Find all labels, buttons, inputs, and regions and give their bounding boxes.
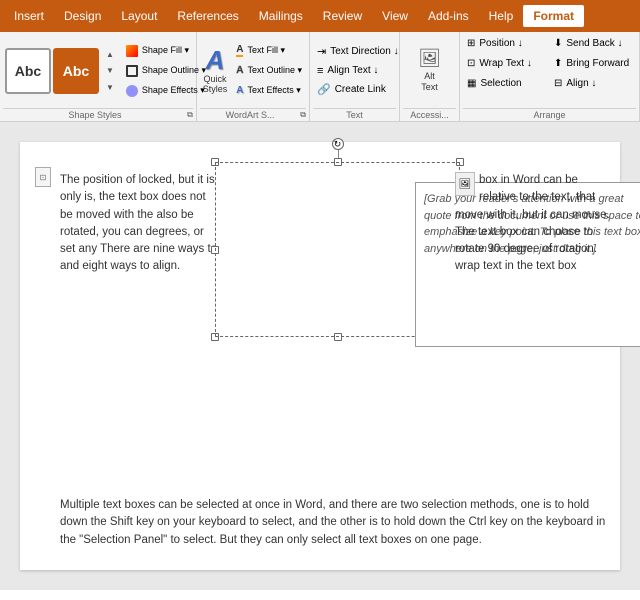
position-icon: ⊞ xyxy=(467,38,475,49)
shape-styles-label: Shape Styles ⧉ xyxy=(3,108,193,121)
accessibility-group: 🖼 AltText Accessi... xyxy=(400,32,460,121)
handle-top-left[interactable] xyxy=(211,158,219,166)
bring-forward-btn[interactable]: ⬆ Bring Forward xyxy=(550,54,640,72)
handle-top-middle[interactable] xyxy=(334,158,342,166)
handle-bottom-left[interactable] xyxy=(211,333,219,341)
create-link-btn[interactable]: 🔗 Create Link xyxy=(313,81,396,99)
access-content: 🖼 AltText xyxy=(403,34,456,107)
menu-bar: Insert Design Layout References Mailings… xyxy=(0,0,640,32)
create-link-icon: 🔗 xyxy=(317,83,331,96)
wrap-text-btn[interactable]: ⊡ Wrap Text ↓ xyxy=(463,54,548,72)
selection-icon: ▦ xyxy=(467,78,476,89)
handle-middle-left[interactable] xyxy=(211,246,219,254)
right-paragraph: box in Word can be relative to the text,… xyxy=(455,172,610,276)
text-effects-btn[interactable]: A Text Effects ▾ xyxy=(232,82,306,100)
menu-item-layout[interactable]: Layout xyxy=(111,5,167,27)
bottom-text-area: Multiple text boxes can be selected at o… xyxy=(60,497,610,550)
align-text-btn[interactable]: ≡ Align Text ↓ xyxy=(313,62,396,80)
wordart-expand-icon[interactable]: ⧉ xyxy=(300,110,306,120)
selection-btn[interactable]: ▦ Selection xyxy=(463,74,548,92)
left-paragraph: The position of locked, but it is only i… xyxy=(60,172,220,276)
text-outline-btn[interactable]: A Text Outline ▾ xyxy=(232,62,306,80)
menu-item-insert[interactable]: Insert xyxy=(4,5,54,27)
arrange-label: Arrange xyxy=(463,108,636,121)
access-label: Accessi... xyxy=(403,108,456,121)
text-direction-icon: ⇥ xyxy=(317,45,326,58)
arrange-group: ⊞ Position ↓ ⊡ Wrap Text ↓ ▦ Selection ⬇… xyxy=(460,32,640,121)
rotate-handle[interactable]: ↻ xyxy=(332,138,344,150)
ribbon: Abc Abc ▲ ▼ ▼ Shape Fill ▾ xyxy=(0,32,640,122)
document-area: ⊡ The position of locked, but it is only… xyxy=(0,122,640,590)
arrange-content: ⊞ Position ↓ ⊡ Wrap Text ↓ ▦ Selection ⬇… xyxy=(463,34,636,107)
align-icon: ⊟ xyxy=(554,78,562,89)
shape-styles-content: Abc Abc ▲ ▼ ▼ Shape Fill ▾ xyxy=(3,34,193,107)
shape-style-btn-2[interactable]: Abc xyxy=(53,48,99,94)
text-fill-btn[interactable]: A Text Fill ▾ xyxy=(232,42,306,60)
text-direction-btn[interactable]: ⇥ Text Direction ↓ xyxy=(313,43,396,61)
left-text-column: The position of locked, but it is only i… xyxy=(60,172,220,276)
menu-item-mailings[interactable]: Mailings xyxy=(249,5,313,27)
shape-style-btn-1[interactable]: Abc xyxy=(5,48,51,94)
shape-styles-expand-icon[interactable]: ⧉ xyxy=(187,110,193,120)
shape-styles-down-arrow[interactable]: ▼ xyxy=(102,64,118,77)
left-margin-icon: ⊡ xyxy=(35,167,51,187)
shape-styles-group: Abc Abc ▲ ▼ ▼ Shape Fill ▾ xyxy=(0,32,197,121)
wordart-btn[interactable]: A QuickStyles xyxy=(200,42,230,100)
text-content: ⇥ Text Direction ↓ ≡ Align Text ↓ 🔗 Crea… xyxy=(313,34,396,107)
menu-item-view[interactable]: View xyxy=(372,5,418,27)
align-text-icon: ≡ xyxy=(317,65,323,77)
menu-item-help[interactable]: Help xyxy=(479,5,524,27)
wrap-text-icon: ⊡ xyxy=(467,58,475,69)
bring-forward-icon: ⬆ xyxy=(554,58,562,69)
menu-item-addins[interactable]: Add-ins xyxy=(418,5,479,27)
document-page: ⊡ The position of locked, but it is only… xyxy=(20,142,620,570)
text-group: ⇥ Text Direction ↓ ≡ Align Text ↓ 🔗 Crea… xyxy=(310,32,400,121)
send-back-icon: ⬇ xyxy=(554,38,562,49)
wordart-styles-label: WordArt S... ⧉ xyxy=(200,108,306,121)
right-text-column: 🖼 box in Word can be relative to the tex… xyxy=(455,172,610,276)
bottom-paragraph: Multiple text boxes can be selected at o… xyxy=(60,497,610,550)
floating-textbox-container[interactable]: ↻ [Grab your reader's attention with a g… xyxy=(215,162,460,337)
position-btn[interactable]: ⊞ Position ↓ xyxy=(463,34,548,52)
wordart-content: A QuickStyles A Text Fill ▾ A Text Outli… xyxy=(200,34,306,107)
menu-item-references[interactable]: References xyxy=(167,5,248,27)
shape-styles-up-arrow[interactable]: ▲ xyxy=(102,48,118,61)
menu-item-design[interactable]: Design xyxy=(54,5,111,27)
alt-text-btn[interactable]: 🖼 AltText xyxy=(405,42,455,100)
menu-item-review[interactable]: Review xyxy=(313,5,372,27)
wordart-styles-group: A QuickStyles A Text Fill ▾ A Text Outli… xyxy=(197,32,310,121)
right-image-icon: 🖼 xyxy=(455,172,475,196)
align-btn[interactable]: ⊟ Align ↓ xyxy=(550,74,640,92)
shape-styles-expand-arrow[interactable]: ▼ xyxy=(102,81,118,94)
send-back-btn[interactable]: ⬇ Send Back ↓ xyxy=(550,34,640,52)
text-group-label: Text xyxy=(313,108,396,121)
alt-text-icon: 🖼 xyxy=(418,48,441,69)
wordart-icon: A xyxy=(206,47,225,73)
handle-top-right[interactable] xyxy=(456,158,464,166)
handle-bottom-middle[interactable] xyxy=(334,333,342,341)
menu-item-format[interactable]: Format xyxy=(523,5,584,27)
